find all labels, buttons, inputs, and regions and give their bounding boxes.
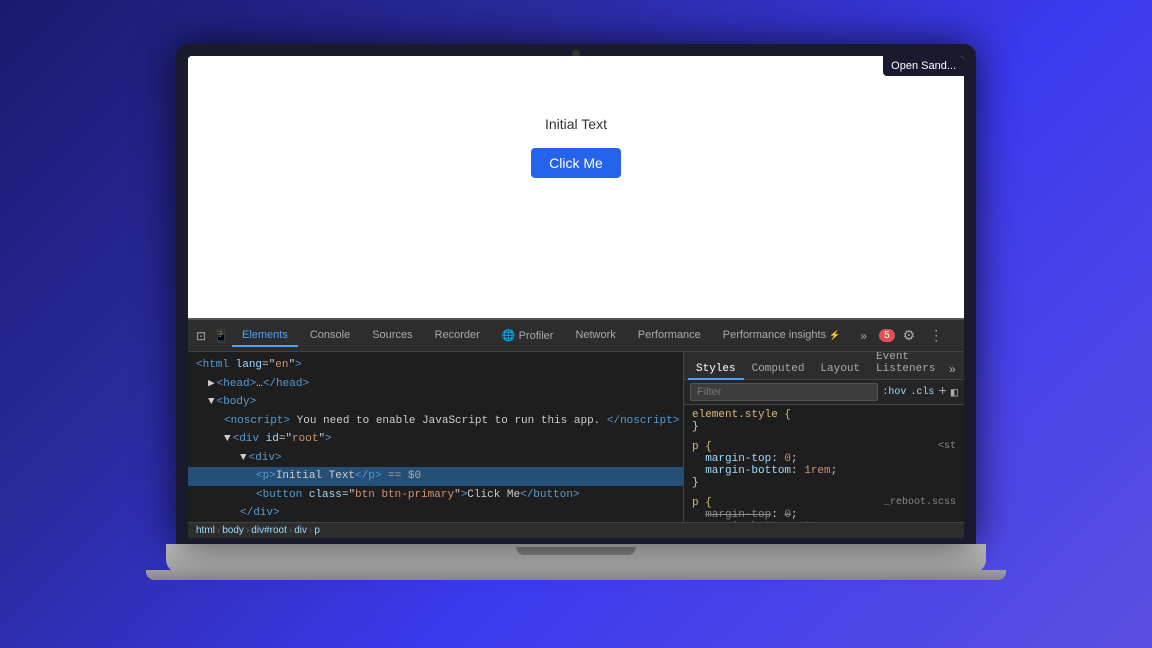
tab-sources[interactable]: Sources xyxy=(362,325,422,347)
page-content: Initial Text Click Me xyxy=(531,116,621,178)
filter-icon[interactable]: ◧ xyxy=(951,385,958,400)
open-sandbox-tooltip: Open Sand... xyxy=(883,56,964,76)
styles-panel: Styles Computed Layout Event Listeners »… xyxy=(684,352,964,522)
code-line: <button class="btn btn-primary">Click Me… xyxy=(188,486,683,505)
settings-icon[interactable]: ⚙ xyxy=(897,325,922,346)
devtools-toolbar: ⊡ 📱 Elements Console Sources Recorder xyxy=(188,320,964,352)
style-rule-p1: <st p { margin-top: 0; margin-bottom: 1r… xyxy=(692,441,956,489)
tab-styles[interactable]: Styles xyxy=(688,360,744,380)
browser-content: Open Sand... Initial Text Click Me xyxy=(188,56,964,318)
error-badge: 5 xyxy=(879,329,895,342)
filter-input[interactable] xyxy=(690,383,878,401)
devtools-panel: ⊡ 📱 Elements Console Sources Recorder xyxy=(188,318,964,538)
style-rule-element: element.style { } xyxy=(692,409,956,433)
laptop-bottom xyxy=(146,570,1006,580)
tab-computed[interactable]: Computed xyxy=(744,360,813,380)
styles-content: element.style { } <st p { margin-top: 0;… xyxy=(684,405,964,522)
breadcrumb-div[interactable]: div xyxy=(294,525,307,536)
code-line: ▼<body> xyxy=(188,393,683,412)
tab-perf-insights[interactable]: Performance insights ⚡ xyxy=(713,325,851,347)
tab-event-listeners[interactable]: Event Listeners xyxy=(868,352,945,380)
breadcrumb-p[interactable]: p xyxy=(314,525,320,536)
tab-elements[interactable]: Elements xyxy=(232,325,298,347)
laptop: Open Sand... Initial Text Click Me ⊡ 📱 E… xyxy=(166,44,986,604)
add-style-button[interactable]: + xyxy=(938,384,946,400)
style-rule-p2: _reboot.scss p { margin-top: 0; margin-b… xyxy=(692,497,956,522)
cls-filter-button[interactable]: .cls xyxy=(910,387,934,398)
code-line: ▶<head>…</head> xyxy=(188,375,683,394)
initial-text: Initial Text xyxy=(545,116,607,132)
breadcrumb-root[interactable]: div#root xyxy=(251,525,287,536)
breadcrumb-body[interactable]: body xyxy=(222,525,244,536)
tab-console[interactable]: Console xyxy=(300,325,360,347)
styles-more-button[interactable]: » xyxy=(945,361,960,379)
more-tabs-button[interactable]: » xyxy=(854,325,873,347)
filter-bar: :hov .cls + ◧ xyxy=(684,380,964,405)
device-icon[interactable]: 📱 xyxy=(212,327,230,345)
breadcrumb-bar: html › body › div#root › div › p xyxy=(188,522,964,538)
tab-network[interactable]: Network xyxy=(565,325,625,347)
elements-panel: <html lang="en"> ▶<head>…</head> ▼<body>… xyxy=(188,352,684,522)
devtools-body: <html lang="en"> ▶<head>…</head> ▼<body>… xyxy=(188,352,964,522)
code-line: <html lang="en"> xyxy=(188,356,683,375)
tab-profiler[interactable]: 🌐 Profiler xyxy=(492,325,564,348)
pseudo-filter-button[interactable]: :hov xyxy=(882,387,906,398)
styles-tabs: Styles Computed Layout Event Listeners » xyxy=(684,352,964,380)
screen-bezel: Open Sand... Initial Text Click Me ⊡ 📱 E… xyxy=(176,44,976,544)
tab-performance[interactable]: Performance xyxy=(628,325,711,347)
tab-recorder[interactable]: Recorder xyxy=(425,325,490,347)
breadcrumb-html[interactable]: html xyxy=(196,525,215,536)
tab-layout[interactable]: Layout xyxy=(812,360,868,380)
click-me-button[interactable]: Click Me xyxy=(531,148,621,178)
more-options-icon[interactable]: ⋮ xyxy=(923,325,949,346)
laptop-base xyxy=(166,544,986,572)
code-line: ▼<div id="root"> xyxy=(188,430,683,449)
code-line: ▼<div> xyxy=(188,449,683,468)
inspect-icon[interactable]: ⊡ xyxy=(192,327,210,345)
laptop-notch xyxy=(516,547,636,555)
screen: Open Sand... Initial Text Click Me ⊡ 📱 E… xyxy=(188,56,964,538)
code-line: </div> xyxy=(188,504,683,522)
code-line: <noscript> You need to enable JavaScript… xyxy=(188,412,683,431)
code-line-highlighted: <p>Initial Text</p> == $0 xyxy=(188,467,683,486)
